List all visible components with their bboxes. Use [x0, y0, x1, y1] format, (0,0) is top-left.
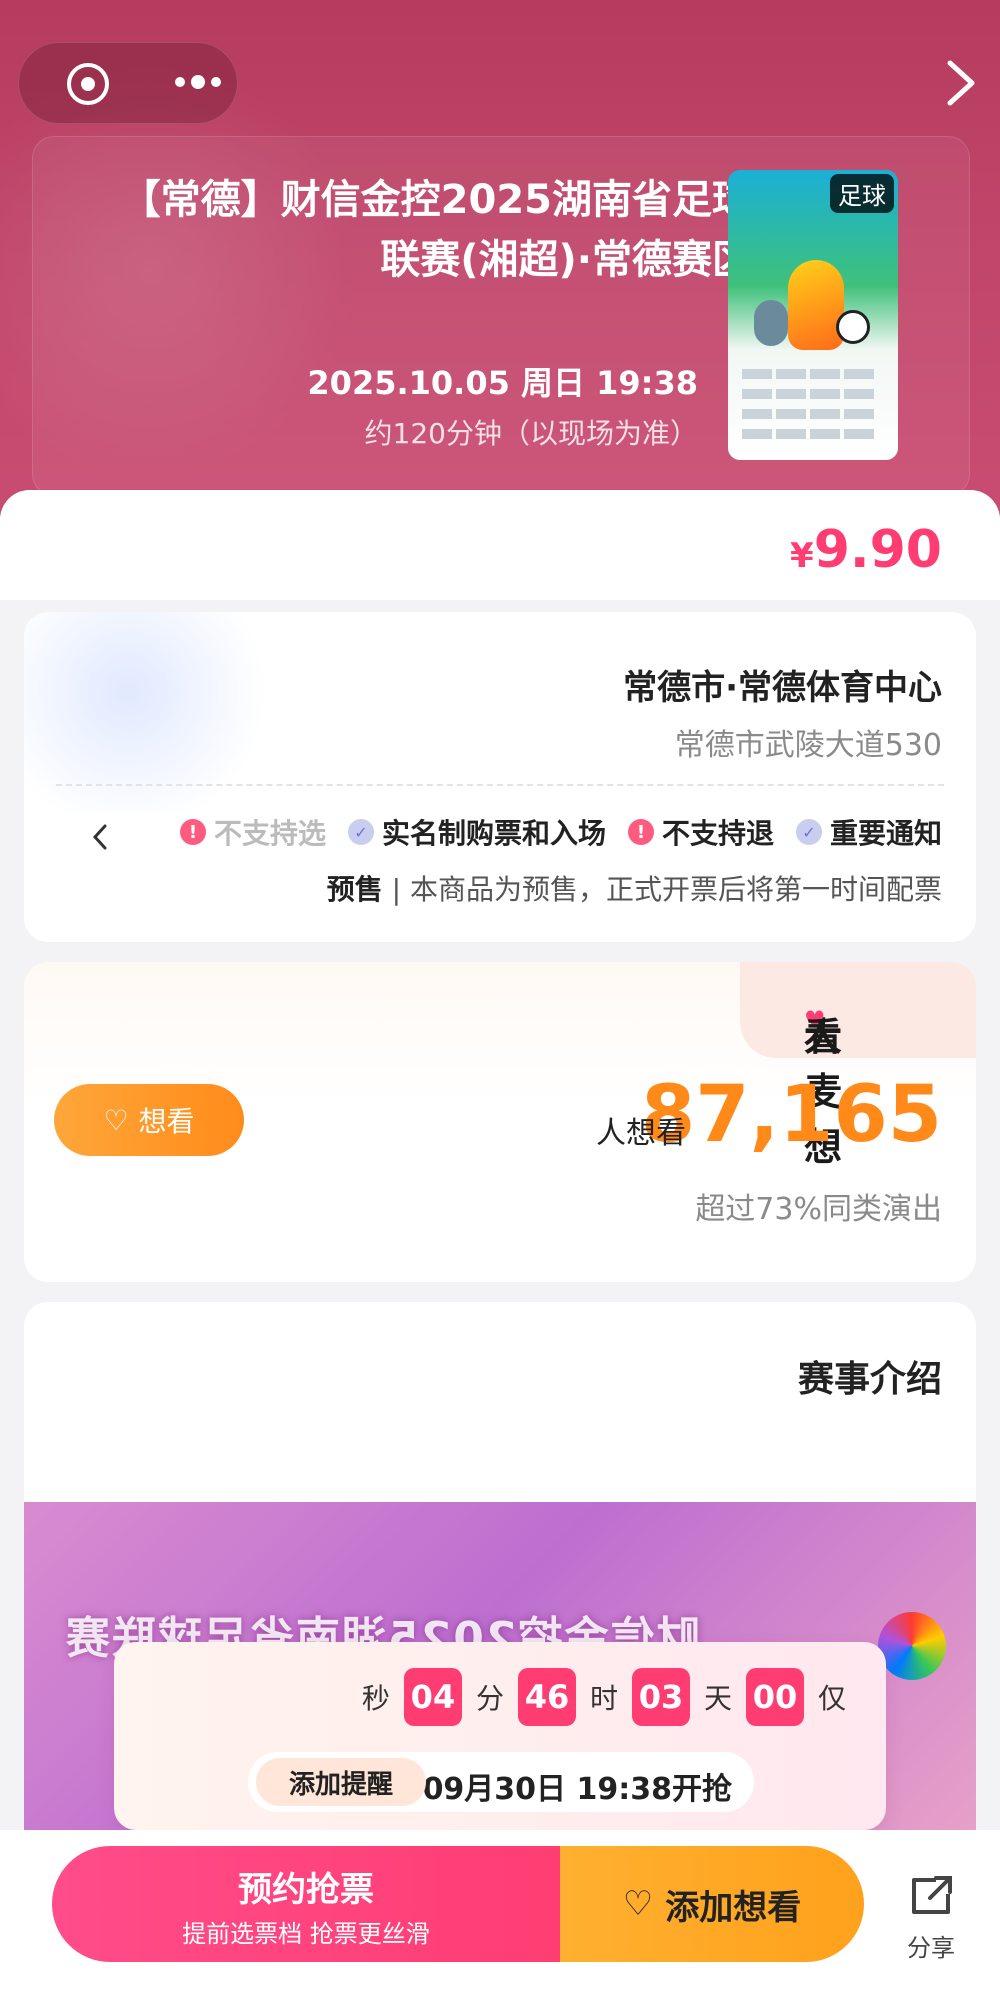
countdown-seconds-label: 秒 — [361, 1682, 390, 1715]
poster-mascot-owl — [754, 300, 788, 346]
poster-sponsor-logos — [740, 366, 886, 446]
event-title: 【常德】财信金控2025湖南省足球联赛(湘超)·常德赛区 — [120, 177, 752, 283]
want-comparison: 超过73%同类演出 — [695, 1192, 942, 1227]
poster-mascot-figure — [788, 260, 844, 350]
venue-address: 常德市武陵大道530 — [674, 728, 942, 763]
share-button[interactable]: 分享 — [896, 1872, 966, 1963]
share-icon — [912, 1876, 952, 1914]
want-unit: 人想看 — [596, 1116, 686, 1151]
reserve-ticket-button[interactable]: 预约抢票 提前选票档 抢票更丝滑 — [52, 1846, 560, 1962]
countdown-seconds: 04 — [403, 1668, 462, 1726]
countdown-box: 秒 04 分 46 时 03 天 00 仅 09月30日 19:38开抢 添加提… — [114, 1642, 886, 1830]
countdown-timer: 秒 04 分 46 时 03 天 00 仅 — [362, 1668, 846, 1726]
currency-symbol: ¥ — [790, 536, 814, 576]
close-target-icon[interactable] — [67, 63, 109, 105]
price-value: 9.90 — [813, 520, 942, 580]
chevron-left-icon[interactable] — [90, 822, 110, 852]
reserve-sub-label: 提前选票档 抢票更丝滑 — [182, 1920, 430, 1948]
open-time-row: 09月30日 19:38开抢 添加提醒 — [248, 1752, 754, 1812]
event-poster[interactable]: 足球 — [728, 170, 898, 460]
detail-sheet: ¥9.90 常德市·常德体育中心 常德市武陵大道530 ! 不支持选 ✓ 实名制… — [0, 490, 1000, 1830]
price-bar: ¥9.90 — [0, 490, 1000, 600]
event-date: 2025.10.05 周日 19:38 — [307, 364, 698, 402]
notice-row[interactable]: ! 不支持选 ✓ 实名制购票和入场 ! 不支持退 ✓ 重要通知 — [179, 812, 942, 852]
mini-program-capsule — [18, 42, 238, 124]
countdown-prefix: 仅 — [817, 1682, 846, 1715]
notice-item: ! 不支持选 — [179, 812, 326, 852]
chevron-right-icon[interactable] — [940, 58, 980, 108]
add-want-button[interactable]: ♡ 添加想看 — [560, 1846, 864, 1962]
notice-item: ! 不支持退 — [627, 812, 774, 852]
notice-item: ✓ 实名制购票和入场 — [347, 812, 606, 852]
countdown-minutes-label: 分 — [475, 1682, 504, 1715]
share-label: 分享 — [907, 1934, 955, 1962]
poster-category-tag: 足球 — [830, 174, 894, 213]
want-count: 87,165 — [641, 1070, 942, 1160]
event-duration: 约120分钟（以现场为准） — [364, 417, 698, 450]
ticket-price: ¥9.90 — [790, 520, 942, 580]
bottom-action-bar: 预约抢票 提前选票档 抢票更丝滑 ♡ 添加想看 分享 — [0, 1830, 1000, 1994]
countdown-hours-label: 时 — [589, 1682, 618, 1715]
presale-tag: 预售 — [326, 873, 383, 906]
heart-plus-icon: ♡ — [103, 1103, 129, 1137]
notice-item: ✓ 重要通知 — [795, 812, 942, 852]
heart-plus-icon: ♡ — [622, 1884, 654, 1924]
divider — [56, 784, 944, 786]
intro-title: 赛事介绍 — [797, 1359, 942, 1400]
venue-name: 常德市·常德体育中心 — [623, 668, 942, 708]
check-circle-icon: ✓ — [347, 819, 374, 845]
reserve-main-label: 预约抢票 — [238, 1870, 374, 1910]
want-tab: 大麦想 ♥ 看 — [740, 962, 976, 1169]
venue-card[interactable]: 常德市·常德体育中心 常德市武陵大道530 ! 不支持选 ✓ 实名制购票和入场 … — [24, 612, 976, 942]
more-options-icon[interactable] — [175, 75, 221, 89]
cta-group: 预约抢票 提前选票档 抢票更丝滑 ♡ 添加想看 — [52, 1846, 864, 1962]
want-button[interactable]: ♡ 想看 — [54, 1084, 244, 1156]
countdown-days: 00 — [745, 1668, 804, 1726]
soccer-ball-icon — [836, 310, 870, 344]
presale-note: 预售 | 本商品为预售，正式开票后将第一时间配票 — [326, 873, 942, 906]
countdown-days-label: 天 — [703, 1682, 732, 1715]
add-reminder-button[interactable]: 添加提醒 — [256, 1758, 426, 1806]
check-circle-icon: ✓ — [795, 819, 822, 845]
presale-text: 本商品为预售，正式开票后将第一时间配票 — [409, 873, 942, 906]
warning-icon: ! — [627, 819, 654, 845]
want-to-see-card: 大麦想 ♥ 看 87,165 人想看 超过73%同类演出 ♡ 想看 — [24, 962, 976, 1282]
warning-icon: ! — [179, 819, 206, 845]
countdown-hours: 03 — [631, 1668, 690, 1726]
open-time: 09月30日 19:38开抢 — [422, 1772, 732, 1807]
venue-decoration — [24, 612, 284, 812]
league-logo — [878, 1612, 946, 1680]
countdown-minutes: 46 — [517, 1668, 576, 1726]
event-header: 【常德】财信金控2025湖南省足球联赛(湘超)·常德赛区 2025.10.05 … — [0, 0, 1000, 520]
